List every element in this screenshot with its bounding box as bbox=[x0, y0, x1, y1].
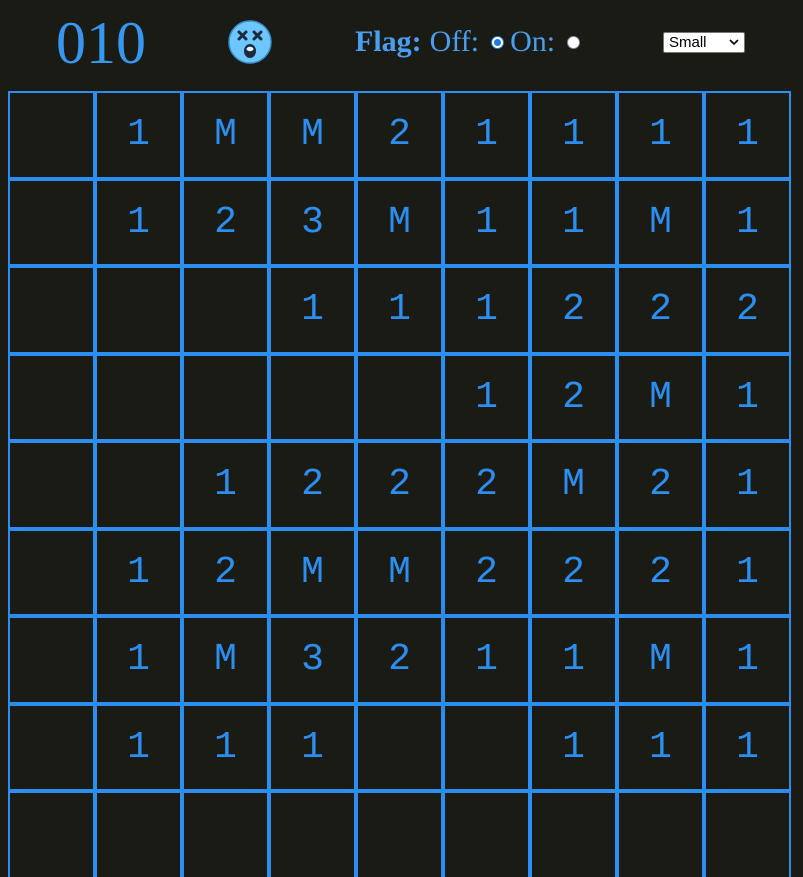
dizzy-face-icon[interactable] bbox=[227, 19, 273, 65]
number-cell[interactable]: 1 bbox=[443, 266, 530, 354]
number-cell[interactable]: 2 bbox=[704, 266, 791, 354]
number-cell[interactable]: 1 bbox=[443, 178, 530, 266]
number-cell[interactable]: 1 bbox=[704, 178, 791, 266]
number-cell[interactable]: 3 bbox=[269, 616, 356, 704]
number-cell[interactable]: 1 bbox=[704, 616, 791, 704]
number-cell[interactable]: 1 bbox=[704, 353, 791, 441]
empty-cell[interactable] bbox=[356, 353, 443, 441]
number-cell[interactable]: 1 bbox=[704, 703, 791, 791]
chevron-down-icon bbox=[729, 39, 739, 46]
number-cell[interactable]: 1 bbox=[95, 616, 182, 704]
number-cell[interactable]: 3 bbox=[269, 178, 356, 266]
number-cell[interactable]: 1 bbox=[443, 91, 530, 179]
number-cell[interactable]: 1 bbox=[443, 616, 530, 704]
empty-cell[interactable] bbox=[443, 703, 530, 791]
number-cell[interactable]: 2 bbox=[617, 441, 704, 529]
mine-cell[interactable]: M bbox=[182, 616, 269, 704]
empty-cell[interactable] bbox=[530, 791, 617, 877]
number-cell[interactable]: 2 bbox=[356, 91, 443, 179]
number-cell[interactable]: 2 bbox=[530, 266, 617, 354]
empty-cell[interactable] bbox=[443, 791, 530, 877]
empty-cell[interactable] bbox=[8, 441, 95, 529]
board-size-value: Small bbox=[669, 34, 707, 51]
number-cell[interactable]: 2 bbox=[182, 528, 269, 616]
empty-cell[interactable] bbox=[95, 353, 182, 441]
flag-off-radio[interactable] bbox=[491, 35, 505, 49]
mine-cell[interactable]: M bbox=[617, 178, 704, 266]
mine-cell[interactable]: M bbox=[356, 178, 443, 266]
empty-cell[interactable] bbox=[269, 791, 356, 877]
number-cell[interactable]: 2 bbox=[443, 528, 530, 616]
number-cell[interactable]: 1 bbox=[269, 703, 356, 791]
empty-cell[interactable] bbox=[356, 791, 443, 877]
empty-cell[interactable] bbox=[95, 791, 182, 877]
number-cell[interactable]: 1 bbox=[530, 703, 617, 791]
number-cell[interactable]: 2 bbox=[530, 528, 617, 616]
flag-on-radio[interactable] bbox=[567, 35, 581, 49]
empty-cell[interactable] bbox=[704, 791, 791, 877]
number-cell[interactable]: 2 bbox=[443, 441, 530, 529]
number-cell[interactable]: 1 bbox=[704, 528, 791, 616]
number-cell[interactable]: 2 bbox=[530, 353, 617, 441]
empty-cell[interactable] bbox=[8, 178, 95, 266]
empty-cell[interactable] bbox=[8, 703, 95, 791]
number-cell[interactable]: 1 bbox=[704, 91, 791, 179]
number-cell[interactable]: 1 bbox=[182, 441, 269, 529]
empty-cell[interactable] bbox=[356, 703, 443, 791]
empty-cell[interactable] bbox=[8, 528, 95, 616]
empty-cell[interactable] bbox=[269, 353, 356, 441]
number-cell[interactable]: 1 bbox=[95, 91, 182, 179]
flag-on-label: On: bbox=[510, 25, 556, 58]
flag-toggle-group: Flag: Off: On: bbox=[355, 22, 581, 62]
empty-cell[interactable] bbox=[95, 266, 182, 354]
empty-cell[interactable] bbox=[95, 441, 182, 529]
mine-cell[interactable]: M bbox=[182, 91, 269, 179]
number-cell[interactable]: 1 bbox=[269, 266, 356, 354]
flag-label: Flag: bbox=[355, 25, 422, 58]
number-cell[interactable]: 1 bbox=[617, 703, 704, 791]
number-cell[interactable]: 2 bbox=[617, 266, 704, 354]
mine-cell[interactable]: M bbox=[617, 616, 704, 704]
board-size-select[interactable]: Small bbox=[663, 32, 745, 53]
number-cell[interactable]: 1 bbox=[530, 616, 617, 704]
mine-counter: 010 bbox=[56, 10, 146, 76]
empty-cell[interactable] bbox=[8, 91, 95, 179]
flag-off-label: Off: bbox=[429, 25, 480, 58]
number-cell[interactable]: 1 bbox=[95, 528, 182, 616]
number-cell[interactable]: 1 bbox=[443, 353, 530, 441]
number-cell[interactable]: 1 bbox=[182, 703, 269, 791]
empty-cell[interactable] bbox=[8, 266, 95, 354]
mine-cell[interactable]: M bbox=[617, 353, 704, 441]
empty-cell[interactable] bbox=[8, 791, 95, 877]
number-cell[interactable]: 2 bbox=[356, 616, 443, 704]
number-cell[interactable]: 2 bbox=[269, 441, 356, 529]
number-cell[interactable]: 1 bbox=[530, 178, 617, 266]
mine-board: 1MM21111123M11M111122212M11222M2112MM222… bbox=[8, 91, 795, 877]
empty-cell[interactable] bbox=[182, 353, 269, 441]
number-cell[interactable]: 2 bbox=[356, 441, 443, 529]
empty-cell[interactable] bbox=[8, 616, 95, 704]
number-cell[interactable]: 2 bbox=[617, 528, 704, 616]
mine-cell[interactable]: M bbox=[530, 441, 617, 529]
number-cell[interactable]: 1 bbox=[356, 266, 443, 354]
number-cell[interactable]: 1 bbox=[95, 178, 182, 266]
number-cell[interactable]: 1 bbox=[95, 703, 182, 791]
number-cell[interactable]: 1 bbox=[704, 441, 791, 529]
game-header: 010 Flag: Off: On: Small bbox=[0, 0, 803, 88]
empty-cell[interactable] bbox=[182, 791, 269, 877]
empty-cell[interactable] bbox=[617, 791, 704, 877]
number-cell[interactable]: 1 bbox=[617, 91, 704, 179]
empty-cell[interactable] bbox=[182, 266, 269, 354]
number-cell[interactable]: 2 bbox=[182, 178, 269, 266]
number-cell[interactable]: 1 bbox=[530, 91, 617, 179]
mine-cell[interactable]: M bbox=[269, 91, 356, 179]
minesweeper-page: 010 Flag: Off: On: Small 1 M M 2 1 1 1 1… bbox=[0, 0, 803, 877]
empty-cell[interactable] bbox=[8, 353, 95, 441]
mine-cell[interactable]: M bbox=[356, 528, 443, 616]
mine-cell[interactable]: M bbox=[269, 528, 356, 616]
